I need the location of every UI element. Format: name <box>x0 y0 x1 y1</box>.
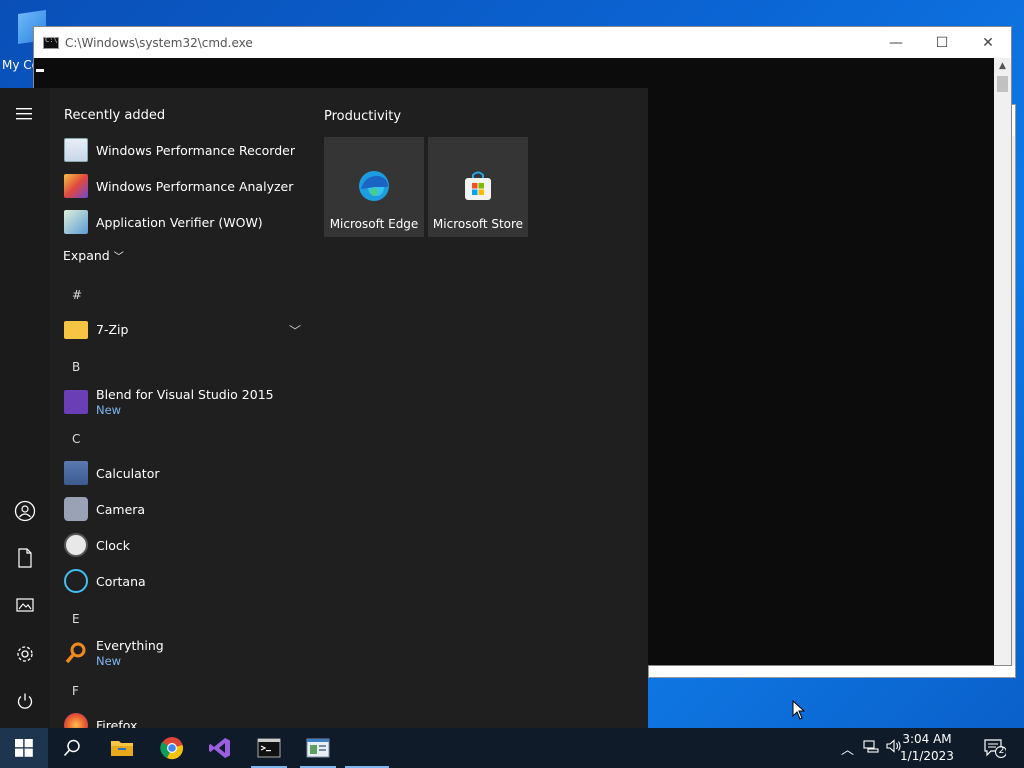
app-calculator[interactable]: Calculator <box>64 455 304 491</box>
app-blend-visual-studio[interactable]: Blend for Visual Studio 2015 New <box>64 384 304 420</box>
tile-microsoft-store[interactable]: Microsoft Store <box>428 137 528 237</box>
cortana-icon <box>64 569 88 593</box>
action-center-button[interactable]: 2 <box>984 738 1007 758</box>
letter-header-b[interactable]: B <box>72 360 80 374</box>
chrome-icon <box>160 737 183 760</box>
clock-icon <box>64 533 88 557</box>
letter-header-f[interactable]: F <box>72 684 79 698</box>
cmd-window-titlebar[interactable]: C:\Windows\system32\cmd.exe — ☐ ✕ <box>34 27 1011 58</box>
taskbar-clock[interactable]: 3:04 AM 1/1/2023 <box>892 731 962 765</box>
visual-studio-icon <box>209 738 230 758</box>
app-application-verifier[interactable]: Application Verifier (WOW) <box>64 204 304 240</box>
perf-analyzer-icon <box>64 174 88 198</box>
start-tiles-area: Productivity Microsoft Edge Microsoft St… <box>310 88 648 728</box>
blend-icon <box>64 390 88 414</box>
perf-recorder-icon <box>64 138 88 162</box>
search-button[interactable] <box>48 728 96 768</box>
cmd-window-title: C:\Windows\system32\cmd.exe <box>65 35 253 50</box>
folder-icon <box>64 321 88 339</box>
app-verifier-icon <box>64 210 88 234</box>
letter-header-e[interactable]: E <box>72 612 80 626</box>
cmd-icon <box>43 36 59 49</box>
app-firefox[interactable]: Firefox <box>64 707 304 728</box>
hamburger-menu-icon[interactable] <box>13 104 37 128</box>
recently-added-heading: Recently added <box>64 108 166 123</box>
edge-icon <box>357 169 391 203</box>
start-button[interactable] <box>0 728 48 768</box>
pictures-icon[interactable] <box>13 596 37 620</box>
letter-header-hash[interactable]: # <box>72 288 82 302</box>
notification-count-badge: 2 <box>998 746 1005 756</box>
new-badge: New <box>96 654 122 668</box>
taskbar: ︿ 3:04 AM 1/1/2023 2 <box>0 728 1024 768</box>
minimize-button[interactable]: — <box>873 27 919 58</box>
search-magnifier-icon <box>64 641 88 665</box>
clock-time: 3:04 AM <box>902 732 952 746</box>
firefox-icon <box>64 713 88 728</box>
tile-microsoft-edge[interactable]: Microsoft Edge <box>324 137 424 237</box>
taskbar-visual-studio[interactable] <box>196 728 244 768</box>
search-icon <box>63 739 80 757</box>
folder-icon <box>111 741 133 756</box>
text-cursor <box>36 69 44 72</box>
app-clock[interactable]: Clock <box>64 527 304 563</box>
taskbar-cmd[interactable] <box>245 728 293 768</box>
camera-icon <box>64 497 88 521</box>
app-windows-performance-analyzer[interactable]: Windows Performance Analyzer <box>64 168 304 204</box>
app-cortana[interactable]: Cortana <box>64 563 304 599</box>
start-menu: Recently added Windows Performance Recor… <box>0 88 648 728</box>
taskbar-file-explorer[interactable] <box>98 728 146 768</box>
close-button[interactable]: ✕ <box>965 27 1011 58</box>
chevron-down-icon[interactable]: ﹀ <box>289 322 301 339</box>
taskbar-app-window[interactable] <box>294 728 342 768</box>
letter-header-c[interactable]: C <box>72 432 80 446</box>
app-windows-performance-recorder[interactable]: Windows Performance Recorder <box>64 132 304 168</box>
maximize-button[interactable]: ☐ <box>919 27 965 58</box>
power-icon[interactable] <box>13 692 37 716</box>
windows-logo-icon <box>15 739 33 757</box>
start-menu-rail <box>0 88 50 728</box>
cmd-window-background-statusbar <box>649 665 1015 677</box>
scroll-thumb[interactable] <box>997 76 1008 92</box>
cmd-window-scrollbar[interactable]: ▲ <box>994 58 1011 665</box>
documents-icon[interactable] <box>13 548 37 572</box>
start-app-list[interactable]: Recently added Windows Performance Recor… <box>50 88 310 728</box>
clock-date: 1/1/2023 <box>900 749 954 763</box>
app-camera[interactable]: Camera <box>64 491 304 527</box>
tile-group-heading[interactable]: Productivity <box>324 109 401 124</box>
store-bag-icon <box>461 169 495 203</box>
show-hidden-icons-chevron-icon[interactable]: ︿ <box>841 739 854 758</box>
settings-gear-icon[interactable] <box>13 644 37 668</box>
chevron-down-icon: ﹀ <box>113 252 124 263</box>
app-7-zip[interactable]: 7-Zip <box>64 311 304 347</box>
network-icon[interactable] <box>863 739 879 757</box>
user-account-icon[interactable] <box>13 500 37 524</box>
scroll-up-arrow-icon[interactable]: ▲ <box>994 58 1011 74</box>
taskbar-chrome[interactable] <box>148 728 196 768</box>
expand-button[interactable]: Expand ﹀ <box>63 248 124 263</box>
calculator-icon <box>64 461 88 485</box>
app-everything[interactable]: Everything New <box>64 635 304 671</box>
cmd-icon <box>257 738 281 758</box>
window-app-icon <box>306 738 330 758</box>
new-badge: New <box>96 403 122 417</box>
mouse-pointer-icon <box>792 700 806 720</box>
